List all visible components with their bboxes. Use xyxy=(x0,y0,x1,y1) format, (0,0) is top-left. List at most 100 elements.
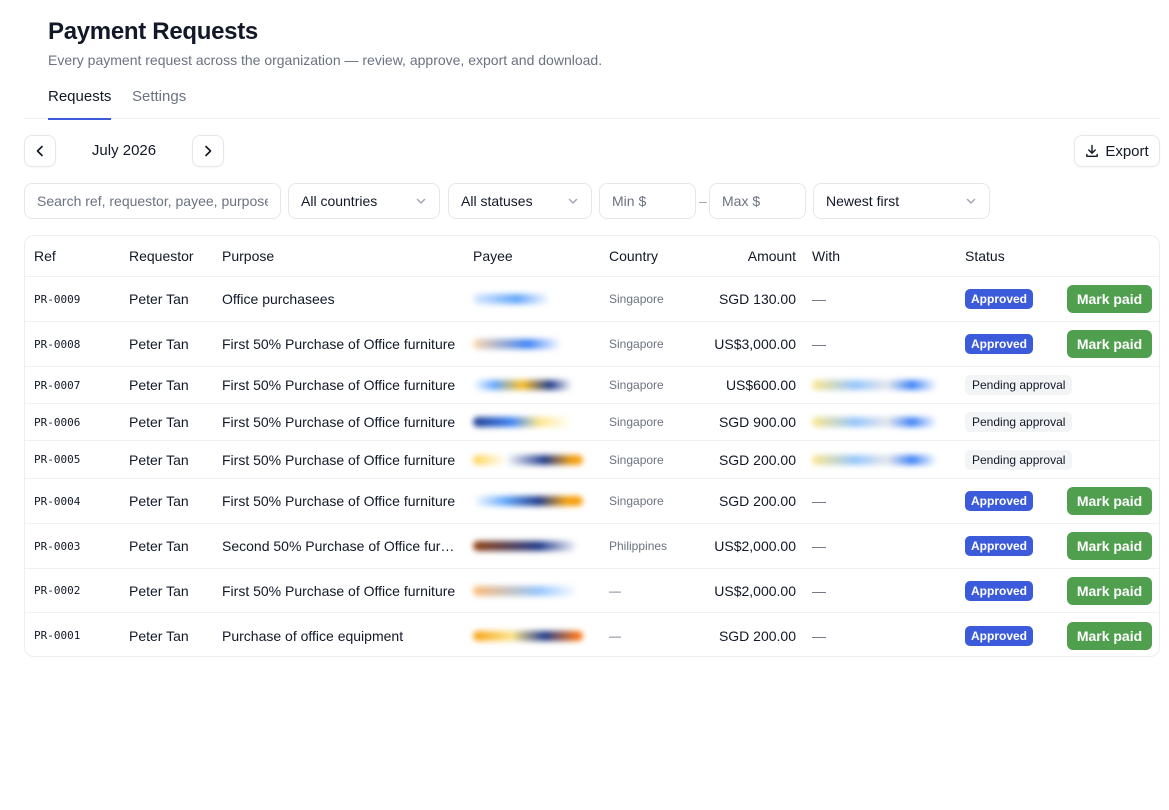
ref-cell[interactable]: PR-0003 xyxy=(34,524,80,568)
ref-cell[interactable]: PR-0009 xyxy=(34,277,80,321)
table-row[interactable]: PR-0003 Peter Tan Second 50% Purchase of O… xyxy=(25,524,1159,569)
ref-cell[interactable]: PR-0008 xyxy=(34,322,80,366)
redacted-approver xyxy=(812,417,937,427)
requestor-cell: Peter Tan xyxy=(129,414,189,430)
column-header-status[interactable]: Status xyxy=(965,236,1005,277)
mark-paid-button[interactable]: Mark paid xyxy=(1067,285,1152,313)
requestor-cell: Peter Tan xyxy=(129,451,189,468)
status-cell: Pending approval xyxy=(965,441,1073,478)
table-row[interactable]: PR-0005 Peter Tan First 50% Purchase of Of… xyxy=(25,441,1159,479)
ref-cell[interactable]: PR-0005 xyxy=(34,441,80,478)
amount-cell: SGD 200.00 xyxy=(718,493,796,509)
column-header-ref[interactable]: Ref xyxy=(34,236,56,277)
sort-select[interactable]: Newest first xyxy=(813,183,990,219)
ref-cell[interactable]: PR-0001 xyxy=(34,613,80,656)
column-header-purpose[interactable]: Purpose xyxy=(222,236,274,277)
amount-cell: SGD 200.00 xyxy=(718,451,796,468)
purpose-text: First 50% Purchase of Office furniture xyxy=(222,336,456,352)
chevron-down-icon xyxy=(416,198,426,204)
table-row[interactable]: PR-0007 Peter Tan First 50% Purchase of Of… xyxy=(25,367,1159,404)
country-cell: Singapore xyxy=(609,378,664,392)
column-header-country[interactable]: Country xyxy=(609,236,658,277)
table-row[interactable]: PR-0009 Peter Tan Office purchasees Singapo… xyxy=(25,277,1159,322)
table-row[interactable]: PR-0001 Peter Tan Purchase of office equip… xyxy=(25,613,1159,656)
purpose-text: First 50% Purchase of Office furniture xyxy=(222,493,456,509)
action-cell: Mark paid xyxy=(1067,322,1152,366)
with-cell-redacted xyxy=(812,441,942,478)
search-field[interactable] xyxy=(24,183,281,219)
payee-cell-redacted xyxy=(473,367,593,403)
purpose-text: Office purchasees xyxy=(222,291,335,307)
status-cell: Approved xyxy=(965,479,1034,523)
chevron-left-icon xyxy=(36,145,43,157)
country-cell: — xyxy=(609,628,621,643)
country-cell: Singapore xyxy=(609,337,664,351)
range-separator: – xyxy=(699,193,707,209)
table-header: Ref Requestor Purpose Payee Country Amou… xyxy=(25,236,1159,277)
country-cell: Singapore xyxy=(609,494,664,508)
mark-paid-button[interactable]: Mark paid xyxy=(1067,576,1152,605)
requestor-cell: Peter Tan xyxy=(129,627,189,644)
tab-settings[interactable]: Settings xyxy=(132,86,186,118)
status-select[interactable]: All statuses xyxy=(448,183,592,219)
chevron-right-icon xyxy=(205,145,212,157)
payee-cell-redacted xyxy=(473,322,593,366)
page-header: Payment Requests Every payment request a… xyxy=(48,16,602,68)
with-cell: — xyxy=(812,582,826,599)
ref-cell[interactable]: PR-0002 xyxy=(34,569,80,612)
column-header-requestor[interactable]: Requestor xyxy=(129,236,194,277)
ref-cell[interactable]: PR-0004 xyxy=(34,479,80,523)
purpose-text: Purchase of office equipment xyxy=(222,627,404,644)
amount-cell: US$2,000.00 xyxy=(714,582,796,599)
with-cell: — xyxy=(812,291,826,307)
tab-requests[interactable]: Requests xyxy=(48,86,112,120)
current-month: July 2026 xyxy=(91,142,157,159)
ref-cell[interactable]: PR-0006 xyxy=(34,404,80,440)
status-select-value: All statuses xyxy=(461,193,533,209)
requests-table: Ref Requestor Purpose Payee Country Amou… xyxy=(24,235,1160,657)
amount-cell: US$600.00 xyxy=(725,377,796,393)
purpose-text: First 50% Purchase of Office furniture xyxy=(222,377,456,393)
purpose-cell: First 50% Purchase of Office furniture xyxy=(222,479,462,523)
country-cell: Singapore xyxy=(609,415,664,429)
max-amount-field[interactable] xyxy=(709,183,806,219)
ref-cell[interactable]: PR-0007 xyxy=(34,367,80,403)
amount-cell: US$2,000.00 xyxy=(714,538,796,554)
with-cell: — xyxy=(812,538,826,554)
status-cell: Approved xyxy=(965,524,1034,568)
mark-paid-button[interactable]: Mark paid xyxy=(1067,621,1152,650)
column-header-amount[interactable]: Amount xyxy=(685,236,796,277)
next-month-button[interactable] xyxy=(192,135,224,167)
table-row[interactable]: PR-0008 Peter Tan First 50% Purchase of Of… xyxy=(25,322,1159,367)
country-cell: Singapore xyxy=(609,452,664,467)
status-badge: Approved xyxy=(965,536,1034,556)
purpose-text: First 50% Purchase of Office furniture xyxy=(222,451,456,468)
status-badge: Approved xyxy=(965,625,1034,646)
status-badge: Approved xyxy=(965,289,1034,309)
min-amount-field[interactable] xyxy=(599,183,696,219)
mark-paid-button[interactable]: Mark paid xyxy=(1067,532,1152,560)
export-button[interactable]: Export xyxy=(1074,135,1160,167)
with-cell: — xyxy=(812,336,826,352)
search-input[interactable] xyxy=(37,193,268,209)
min-amount-input[interactable] xyxy=(612,193,683,209)
table-row[interactable]: PR-0006 Peter Tan First 50% Purchase of Of… xyxy=(25,404,1159,441)
max-amount-input[interactable] xyxy=(722,193,793,209)
previous-month-button[interactable] xyxy=(24,135,56,167)
country-select[interactable]: All countries xyxy=(288,183,440,219)
table-row[interactable]: PR-0004 Peter Tan First 50% Purchase of Of… xyxy=(25,479,1159,524)
amount-cell: SGD 900.00 xyxy=(718,414,796,430)
with-cell: — xyxy=(812,493,826,509)
requestor-cell: Peter Tan xyxy=(129,377,189,393)
purpose-cell: Office purchasees xyxy=(222,277,462,321)
table-row[interactable]: PR-0002 Peter Tan First 50% Purchase of Of… xyxy=(25,569,1159,613)
mark-paid-button[interactable]: Mark paid xyxy=(1067,330,1152,358)
action-cell: Mark paid xyxy=(1067,524,1152,568)
tab-bar: Requests Settings xyxy=(24,86,1160,120)
amount-cell: US$3,000.00 xyxy=(714,336,796,352)
country-cell: Philippines xyxy=(609,539,668,553)
column-header-payee[interactable]: Payee xyxy=(473,236,513,277)
redacted-payee xyxy=(473,541,583,551)
mark-paid-button[interactable]: Mark paid xyxy=(1067,487,1152,515)
column-header-with[interactable]: With xyxy=(812,236,840,277)
